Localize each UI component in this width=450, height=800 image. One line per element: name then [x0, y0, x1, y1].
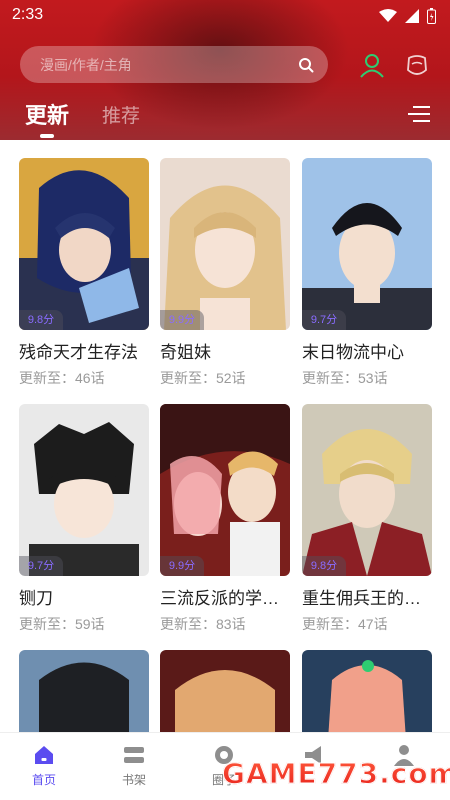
status-bar: 2:33 — [0, 0, 450, 30]
nav-bookshelf-label: 书架 — [121, 773, 146, 787]
profile-icon[interactable] — [359, 52, 385, 78]
status-time: 2:33 — [12, 6, 44, 23]
comic-cover[interactable] — [19, 650, 149, 732]
comic-cover[interactable]: 9.8分 — [302, 404, 432, 576]
comic-cover[interactable]: 9.9分 — [160, 404, 290, 576]
comic-update: 更新至：52话 — [160, 370, 246, 386]
score-badge: 9.9分 — [160, 556, 204, 576]
comic-card[interactable] — [19, 650, 149, 732]
nav-home-label: 首页 — [31, 773, 56, 787]
game-controller-icon[interactable] — [404, 52, 430, 78]
battery-icon — [427, 8, 436, 24]
comic-cover[interactable]: 9.8分 — [19, 158, 149, 330]
app-header: 2:33 更新 推荐 — [0, 0, 450, 140]
comic-update: 更新至：46话 — [19, 370, 105, 386]
score-badge: 9.7分 — [19, 556, 63, 576]
comic-card[interactable]: 9.8分 重生佣兵王的… 更新至：47话 — [302, 404, 432, 634]
search-bar[interactable] — [20, 46, 328, 83]
comic-card[interactable]: 9.7分 铡刀 更新至：59话 — [19, 404, 149, 634]
score-badge: 9.8分 — [19, 310, 63, 330]
score-badge: 9.8分 — [302, 556, 346, 576]
home-icon — [35, 746, 53, 764]
score-badge: 9.7分 — [302, 310, 346, 330]
wifi-icon — [379, 9, 397, 22]
tab-indicator — [40, 134, 54, 138]
comic-card[interactable]: 9.9分 奇姐妹 更新至：52话 — [160, 158, 290, 388]
comic-title[interactable]: 铡刀 — [19, 584, 149, 609]
comic-cover[interactable] — [302, 650, 432, 732]
comic-grid: 9.8分 残命天才生存法 更新至：46话 9.9分 奇姐妹 更新至：52话 9.… — [0, 140, 450, 732]
watermark-text: GAME773.com — [222, 756, 450, 790]
comic-update: 更新至：83话 — [160, 616, 246, 632]
comic-title[interactable]: 奇姐妹 — [160, 338, 290, 363]
comic-update: 更新至：53话 — [302, 370, 388, 386]
comic-card[interactable]: 9.9分 三流反派的学… 更新至：83话 — [160, 404, 290, 634]
comic-title[interactable]: 重生佣兵王的… — [302, 584, 432, 609]
bookshelf-icon — [124, 747, 144, 763]
search-input[interactable] — [40, 56, 298, 73]
tab-update[interactable]: 更新 — [25, 98, 69, 130]
status-icons — [379, 8, 436, 24]
nav-bookshelf[interactable]: 书架 — [104, 743, 164, 788]
tab-recommend[interactable]: 推荐 — [102, 101, 140, 128]
watermark-logo: GAME773.com — [222, 756, 450, 790]
comic-card[interactable] — [160, 650, 290, 732]
comic-cover[interactable]: 9.7分 — [302, 158, 432, 330]
comic-title[interactable]: 残命天才生存法 — [19, 338, 149, 363]
comic-title[interactable]: 三流反派的学… — [160, 584, 290, 609]
comic-update: 更新至：59话 — [19, 616, 105, 632]
comic-card[interactable] — [302, 650, 432, 732]
comic-card[interactable]: 9.8分 残命天才生存法 更新至：46话 — [19, 158, 149, 388]
menu-icon[interactable] — [408, 104, 430, 124]
comic-title[interactable]: 末日物流中心 — [302, 338, 432, 363]
comic-update: 更新至：47话 — [302, 616, 388, 632]
signal-icon — [405, 9, 419, 23]
score-badge: 9.9分 — [160, 310, 204, 330]
comic-cover[interactable]: 9.9分 — [160, 158, 290, 330]
comic-cover[interactable]: 9.7分 — [19, 404, 149, 576]
nav-home[interactable]: 首页 — [14, 743, 74, 788]
search-icon[interactable] — [298, 57, 314, 73]
comic-cover[interactable] — [160, 650, 290, 732]
comic-card[interactable]: 9.7分 末日物流中心 更新至：53话 — [302, 158, 432, 388]
